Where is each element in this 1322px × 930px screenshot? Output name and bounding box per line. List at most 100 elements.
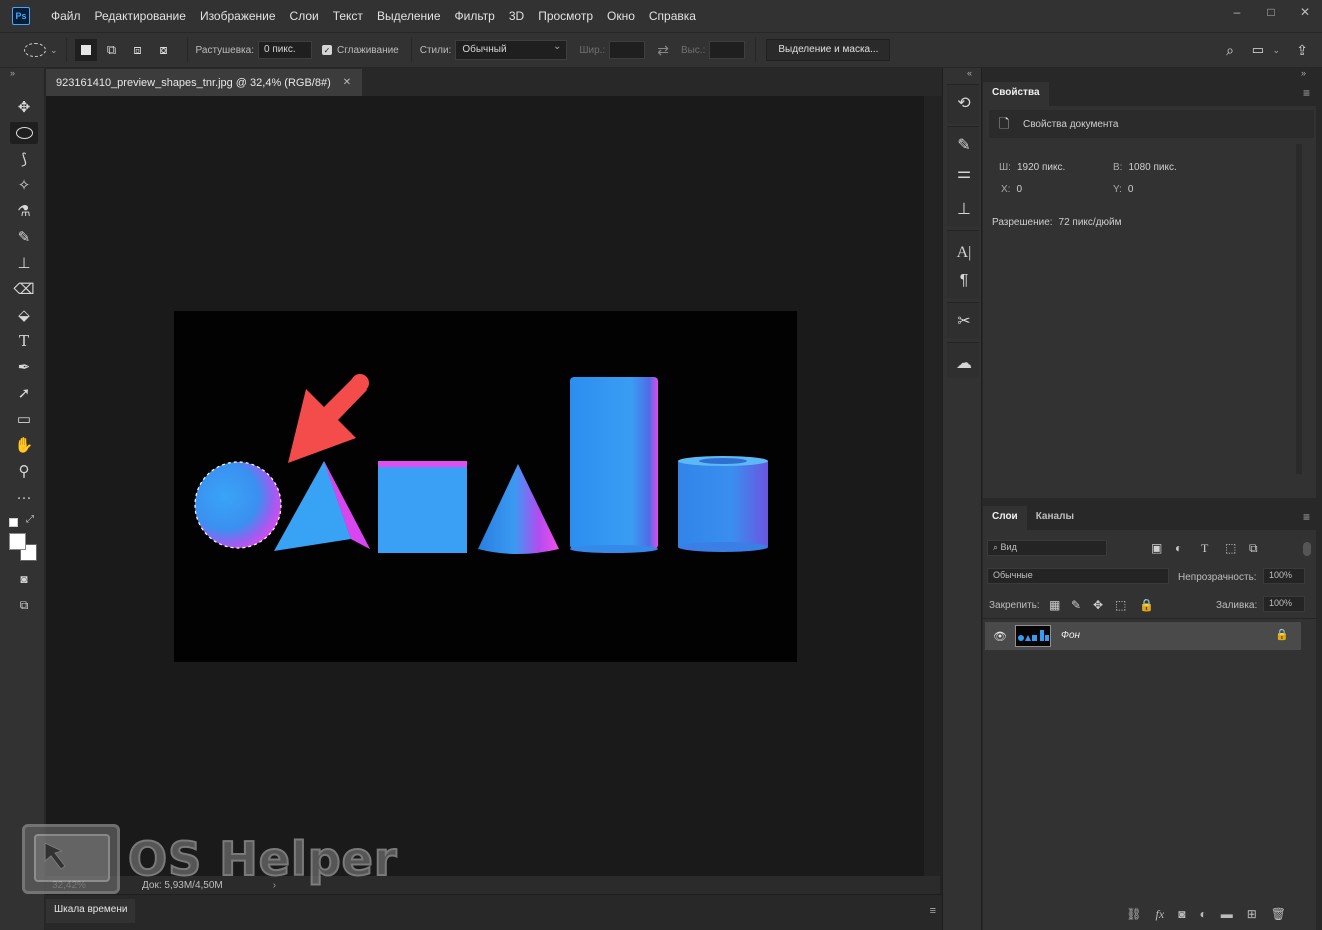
filter-smart-object-icon[interactable]: ⧉ xyxy=(1249,541,1258,556)
menu-filter[interactable]: Фильтр xyxy=(448,9,502,23)
antialias-checkbox[interactable]: ✓ xyxy=(321,45,332,55)
opacity-input[interactable]: 100% xyxy=(1263,568,1305,584)
timeline-tab[interactable]: Шкала времени xyxy=(46,899,136,923)
filter-adjustment-icon[interactable]: ◐ xyxy=(1175,541,1182,555)
chevron-down-icon[interactable]: ⌄ xyxy=(50,45,58,56)
lock-position-icon[interactable]: ✥ xyxy=(1093,598,1103,612)
menu-edit[interactable]: Редактирование xyxy=(88,9,193,23)
lock-transparent-icon[interactable]: ▦ xyxy=(1049,598,1060,612)
minimize-button[interactable]: – xyxy=(1220,0,1254,24)
add-selection-button[interactable]: ⧉ xyxy=(101,39,123,61)
lasso-tool-icon[interactable]: ⟆ xyxy=(10,148,38,170)
share-icon[interactable]: ⇪ xyxy=(1296,42,1308,59)
quick-mask-icon[interactable]: ◙ xyxy=(10,568,38,590)
close-window-button[interactable]: ✕ xyxy=(1288,0,1322,24)
layer-lock-icon[interactable]: 🔒 xyxy=(1275,628,1289,641)
filter-pixel-icon[interactable]: ▣ xyxy=(1151,541,1162,555)
delete-layer-icon[interactable]: 🗑 xyxy=(1271,907,1286,922)
brush-settings-icon[interactable]: ✎ xyxy=(951,132,977,158)
pen-tool-icon[interactable]: ✒ xyxy=(10,356,38,378)
tab-properties[interactable]: Свойства xyxy=(983,82,1049,106)
lock-all-icon[interactable]: 🔒 xyxy=(1139,598,1154,612)
panel-menu-icon[interactable]: ≡ xyxy=(930,905,936,917)
height-input[interactable] xyxy=(709,41,746,59)
tab-channels[interactable]: Каналы xyxy=(1027,506,1083,530)
blend-mode-select[interactable]: Обычные xyxy=(987,568,1169,584)
adjustment-layer-icon[interactable]: ◐ xyxy=(1199,907,1206,922)
menu-window[interactable]: Окно xyxy=(600,9,642,23)
layer-filter-select[interactable]: ⌕ Вид xyxy=(987,540,1107,556)
adjustments-icon[interactable]: ⚌ xyxy=(951,160,977,186)
swap-colors-icon[interactable]: ⤢ xyxy=(26,514,34,525)
add-mask-icon[interactable]: ◙ xyxy=(1178,907,1185,922)
zoom-tool-icon[interactable]: ⚲ xyxy=(10,460,38,482)
width-input[interactable] xyxy=(609,41,646,59)
panel-menu-icon[interactable]: ≡ xyxy=(1303,86,1310,100)
brush-tool-icon[interactable]: ✎ xyxy=(10,226,38,248)
feather-input[interactable]: 0 пикс. xyxy=(257,41,312,59)
chevron-down-icon[interactable]: ⌄ xyxy=(1272,45,1280,56)
intersect-selection-button[interactable]: ⧇ xyxy=(153,39,175,61)
collapse-icon[interactable]: » xyxy=(10,68,15,78)
styles-select[interactable]: Обычный xyxy=(455,40,568,60)
ellipse-marquee-tool-icon[interactable] xyxy=(10,122,38,144)
text-tool-icon[interactable]: T xyxy=(10,330,38,352)
hand-tool-icon[interactable]: ✋ xyxy=(10,434,38,456)
paint-bucket-tool-icon[interactable]: ⬙ xyxy=(10,304,38,326)
visibility-eye-icon[interactable]: 👁 xyxy=(993,630,1007,643)
clone-source-icon[interactable]: ⊥ xyxy=(951,196,977,222)
width-value[interactable]: 1920 пикс. xyxy=(1017,162,1065,173)
foreground-color-swatch[interactable] xyxy=(9,533,26,550)
filter-toggle[interactable] xyxy=(1303,542,1311,556)
fill-input[interactable]: 100% xyxy=(1263,596,1305,612)
menu-image[interactable]: Изображение xyxy=(193,9,283,23)
menu-3d[interactable]: 3D xyxy=(502,9,531,23)
document-tab[interactable]: 923161410_preview_shapes_tnr.jpg @ 32,4%… xyxy=(46,69,362,96)
properties-scrollbar[interactable] xyxy=(1296,144,1302,474)
filter-shape-icon[interactable]: ⬚ xyxy=(1225,541,1236,555)
history-icon[interactable]: ⟲ xyxy=(951,90,977,116)
elliptical-marquee-icon[interactable] xyxy=(24,43,46,57)
screen-mode-icon[interactable]: ⧉ xyxy=(10,594,38,616)
search-icon[interactable]: ⌕ xyxy=(1226,42,1234,59)
lock-image-icon[interactable]: ✎ xyxy=(1071,598,1081,612)
collapse-panels-icon[interactable]: » xyxy=(1301,68,1306,78)
move-tool-icon[interactable]: ✥ xyxy=(10,96,38,118)
x-value[interactable]: 0 xyxy=(1016,184,1022,195)
tools-icon[interactable]: ✂ xyxy=(951,308,977,334)
eyedropper-tool-icon[interactable]: ⚗ xyxy=(10,200,38,222)
path-select-tool-icon[interactable]: ➚ xyxy=(10,382,38,404)
y-value[interactable]: 0 xyxy=(1128,184,1134,195)
layer-name[interactable]: Фон xyxy=(1061,630,1080,641)
select-and-mask-button[interactable]: Выделение и маска... xyxy=(766,39,891,61)
subtract-selection-button[interactable]: ⧈ xyxy=(127,39,149,61)
paragraph-icon[interactable]: ¶ xyxy=(951,268,977,294)
tab-layers[interactable]: Слои xyxy=(983,506,1027,530)
default-colors-icon[interactable] xyxy=(9,518,18,527)
height-value[interactable]: 1080 пикс. xyxy=(1128,162,1176,173)
layer-row[interactable]: 👁 Фон 🔒 xyxy=(985,622,1301,650)
menu-view[interactable]: Просмотр xyxy=(531,9,600,23)
menu-layers[interactable]: Слои xyxy=(283,9,326,23)
vertical-scrollbar[interactable] xyxy=(924,96,942,894)
collapse-dock-icon[interactable]: « xyxy=(967,68,972,78)
link-layers-icon[interactable]: ⛓ xyxy=(1126,907,1141,922)
close-tab-icon[interactable]: ✕ xyxy=(343,77,351,88)
lock-artboard-icon[interactable]: ⬚ xyxy=(1115,598,1126,612)
rectangle-tool-icon[interactable]: ▭ xyxy=(10,408,38,430)
fx-icon[interactable]: fx xyxy=(1156,907,1165,922)
character-icon[interactable]: A| xyxy=(951,240,977,266)
filter-text-icon[interactable]: T xyxy=(1201,541,1208,556)
new-layer-icon[interactable]: ⊞ xyxy=(1247,907,1257,922)
eraser-tool-icon[interactable]: ⌫ xyxy=(10,278,38,300)
new-selection-button[interactable] xyxy=(74,39,97,61)
more-tools-icon[interactable]: ··· xyxy=(10,486,38,508)
new-group-icon[interactable]: ▬ xyxy=(1221,907,1233,922)
menu-file[interactable]: Файл xyxy=(44,9,88,23)
menu-select[interactable]: Выделение xyxy=(370,9,448,23)
maximize-button[interactable]: □ xyxy=(1254,0,1288,24)
libraries-icon[interactable]: ☁ xyxy=(951,350,977,376)
magic-wand-tool-icon[interactable]: ✧ xyxy=(10,174,38,196)
menu-text[interactable]: Текст xyxy=(326,9,370,23)
workspace-icon[interactable]: ▭ xyxy=(1252,42,1264,58)
